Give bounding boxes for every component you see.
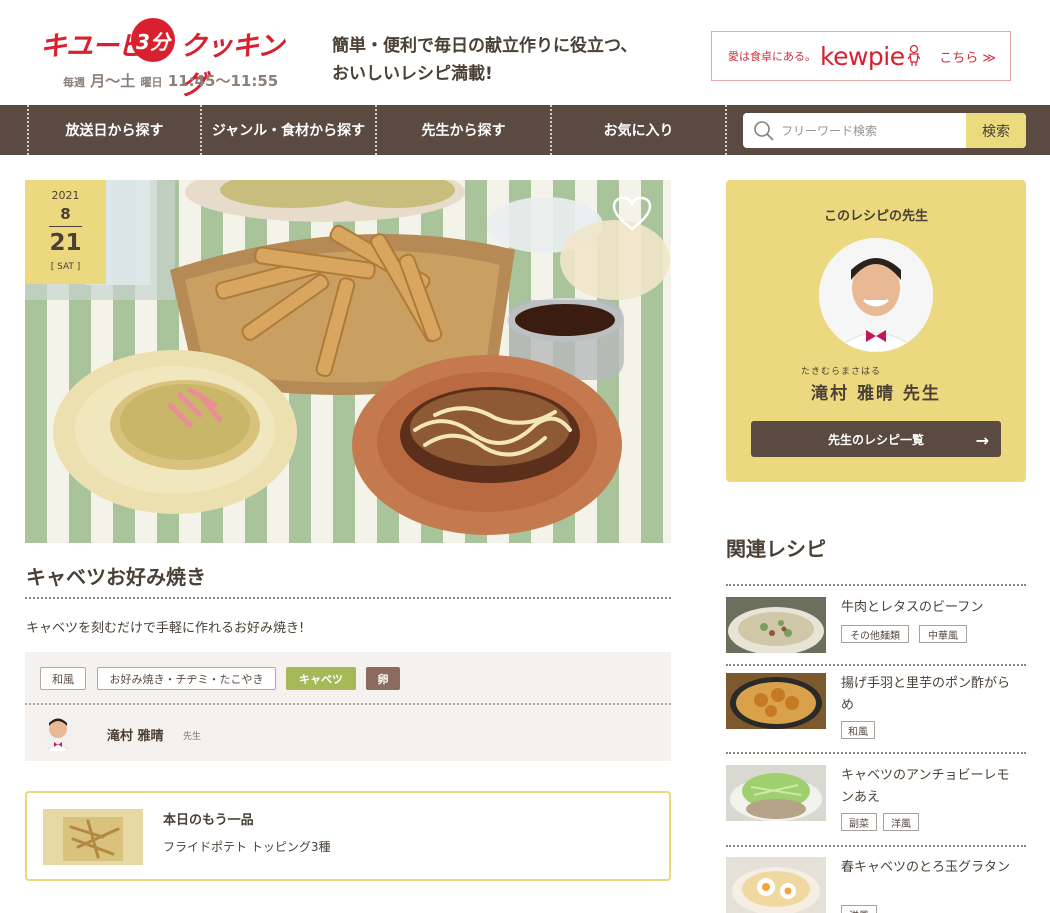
kewpie-slogan: 愛は食卓にある。	[728, 50, 816, 63]
related-recipe-item[interactable]: 揚げ手羽と里芋のポン酢がらめ 和風	[726, 673, 1026, 745]
kewpie-banner-link[interactable]: 愛は食卓にある。 kewpie こちら ≫	[711, 31, 1011, 81]
teacher-card-heading: このレシピの先生	[823, 209, 928, 224]
related-recipe-item[interactable]: キャベツのアンチョビーレモンあえ 副菜 洋風	[726, 765, 1026, 837]
teacher-photo[interactable]	[819, 238, 933, 352]
kewpie-doll-icon	[907, 45, 920, 66]
title-divider	[25, 597, 671, 599]
favorite-heart-icon[interactable]	[612, 196, 652, 232]
one-more-dish-card[interactable]: 本日のもう一品 フライドポテト トッピング3種	[25, 791, 671, 881]
tag-washoku[interactable]: 和風	[40, 667, 86, 690]
recipe-title: キャベツお好み焼き	[26, 565, 206, 589]
related-recipe-name: 揚げ手羽と里芋のポン酢がらめ	[841, 676, 1011, 713]
site-logo[interactable]: キユーピー 3分 クッキング	[38, 18, 298, 101]
related-recipe-item[interactable]: 春キャベツのとろ玉グラタン 洋風	[726, 857, 1026, 913]
site-tagline: 簡単・便利で毎日の献立作りに役立つ、 おいしいレシピ満載!	[332, 36, 638, 84]
related-recipe-thumbnail	[726, 857, 826, 913]
related-divider	[726, 584, 1026, 586]
tag-cabbage[interactable]: キャベツ	[286, 667, 356, 690]
date-day: 21	[49, 230, 82, 256]
site-header: キユーピー 3分 クッキング 毎週 月〜土 曜日 11:45〜11:55 簡単・…	[0, 0, 1050, 105]
search-box: 検索	[743, 113, 1026, 148]
related-recipe-tag[interactable]: 中華風	[919, 625, 967, 643]
teacher-avatar[interactable]	[39, 714, 77, 752]
related-recipe-tag[interactable]: その他麺類	[841, 625, 909, 643]
teacher-name-small[interactable]: 滝村 雅晴	[107, 725, 164, 744]
teacher-name: 滝村 雅晴 先生	[811, 384, 941, 404]
arrow-right-icon: →	[975, 431, 989, 450]
tag-divider	[25, 703, 671, 705]
kewpie-brand: kewpie	[820, 41, 905, 71]
one-more-dish-thumbnail	[43, 809, 143, 865]
teacher-name-ruby: たきむらまさはる	[800, 367, 881, 377]
teacher-card: このレシピの先生 たきむらまさはる 滝村 雅晴 先生 先生のレシピ一覧 →	[726, 180, 1026, 482]
teacher-recipes-button[interactable]: 先生のレシピ一覧 →	[751, 421, 1001, 457]
date-year: 2021	[51, 189, 80, 202]
related-recipe-tag[interactable]: 和風	[841, 721, 875, 739]
logo-badge: 3分	[131, 18, 175, 62]
related-recipe-tag[interactable]: 洋風	[883, 813, 919, 831]
related-recipe-tag[interactable]: 副菜	[841, 813, 877, 831]
search-button[interactable]: 検索	[966, 113, 1026, 148]
related-divider	[726, 845, 1026, 847]
related-recipe-thumbnail	[726, 597, 826, 653]
search-input[interactable]	[781, 113, 966, 148]
okonomiyaki-photo	[25, 180, 671, 543]
recipe-description: キャベツを刻むだけで手軽に作れるお好み焼き!	[26, 621, 305, 636]
related-recipe-name: 牛肉とレタスのビーフン	[841, 600, 984, 615]
related-recipe-thumbnail	[726, 673, 826, 729]
search-icon	[754, 121, 774, 141]
broadcast-date-badge: 2021 8 21 [ SAT ]	[25, 180, 106, 284]
recipe-tags-box: 和風 お好み焼き・チヂミ・たこやき キャベツ 卵 滝村 雅晴 先生	[25, 652, 671, 761]
nav-by-genre[interactable]: ジャンル・食材から探す	[202, 105, 377, 155]
related-divider	[726, 664, 1026, 666]
related-recipe-thumbnail	[726, 765, 826, 821]
nav-by-teacher[interactable]: 先生から探す	[377, 105, 552, 155]
tag-egg[interactable]: 卵	[366, 667, 400, 690]
teacher-recipes-button-label: 先生のレシピ一覧	[827, 432, 924, 447]
teacher-suffix-small: 先生	[183, 732, 202, 742]
related-recipe-tag[interactable]: 洋風	[841, 905, 877, 913]
related-recipe-name: 春キャベツのとろ玉グラタン	[841, 860, 1011, 875]
date-divider	[49, 226, 82, 227]
related-recipe-item[interactable]: 牛肉とレタスのビーフン その他麺類 中華風	[726, 597, 1026, 657]
related-divider	[726, 752, 1026, 754]
broadcast-schedule: 毎週 月〜土 曜日 11:45〜11:55	[63, 72, 279, 90]
nav-favorites[interactable]: お気に入り	[552, 105, 727, 155]
global-nav: 放送日から探す ジャンル・食材から探す 先生から探す お気に入り 検索	[0, 105, 1050, 155]
tag-okonomiyaki[interactable]: お好み焼き・チヂミ・たこやき	[97, 667, 276, 690]
date-weekday: [ SAT ]	[50, 262, 81, 272]
kewpie-link-label: こちら ≫	[939, 51, 996, 66]
recipe-hero-photo	[25, 180, 671, 543]
related-recipes-heading: 関連レシピ	[726, 537, 826, 561]
one-more-dish-name: フライドポテト トッピング3種	[163, 840, 331, 854]
related-recipe-name: キャベツのアンチョビーレモンあえ	[841, 768, 1010, 805]
one-more-dish-heading: 本日のもう一品	[163, 813, 254, 828]
nav-by-date[interactable]: 放送日から探す	[27, 105, 202, 155]
date-month: 8	[60, 205, 71, 223]
